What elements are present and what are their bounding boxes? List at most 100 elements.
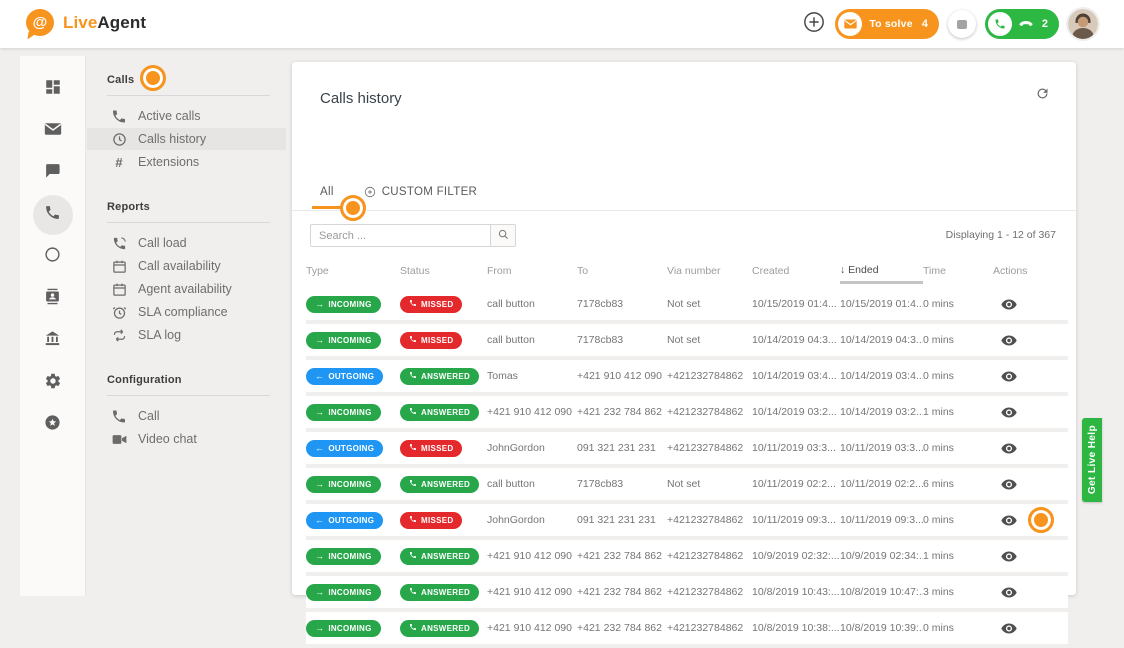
type-cell: →INCOMING	[306, 584, 400, 601]
status-cell: ANSWERED	[400, 584, 487, 601]
table-row[interactable]: ←OUTGOINGMISSEDJohnGordon091 321 231 231…	[306, 504, 1068, 540]
view-call-detail-button[interactable]	[1001, 335, 1017, 346]
view-call-detail-button[interactable]	[1001, 371, 1017, 382]
tab-custom-filter[interactable]: CUSTOM FILTER	[364, 186, 477, 198]
table-row[interactable]: →INCOMINGANSWERED+421 910 412 090+421 23…	[306, 396, 1068, 432]
table-row[interactable]: →INCOMING ANSWERED+421 910 412 090+421 23…	[306, 576, 1068, 612]
time-cell: 1 mins	[923, 550, 993, 562]
status-cell: MISSED	[400, 332, 487, 349]
column-header-via-number[interactable]: Via number	[667, 265, 752, 279]
view-call-detail-button[interactable]	[1001, 443, 1017, 454]
alarm-icon	[111, 305, 127, 320]
icon-rail	[20, 56, 86, 596]
incoming-badge: →INCOMING	[306, 548, 381, 565]
rail-item-tickets[interactable]	[32, 110, 74, 152]
sidebar-item-label: SLA compliance	[138, 305, 228, 319]
sidebar-item-video-chat[interactable]: Video chat	[87, 428, 286, 450]
from-cell: JohnGordon	[487, 442, 577, 454]
rail-item-addons[interactable]	[32, 404, 74, 446]
sidebar-item-label: Active calls	[138, 109, 201, 123]
column-header-from[interactable]: From	[487, 265, 577, 279]
get-live-help-button[interactable]: Get Live Help	[1082, 418, 1102, 502]
table-row[interactable]: →INCOMINGANSWEREDcall button7178cb83Not …	[306, 468, 1068, 504]
column-header-actions[interactable]: Actions	[993, 265, 1068, 279]
sidebar-item-label: Agent availability	[138, 282, 232, 296]
sidebar-item-sla-log[interactable]: SLA log	[87, 324, 286, 346]
rail-item-settings[interactable]	[32, 362, 74, 404]
sidebar-item-call-availability[interactable]: Call availability	[87, 255, 286, 277]
type-cell: ←OUTGOING	[306, 440, 400, 457]
rail-item-chats[interactable]	[32, 152, 74, 194]
calls-history-card: Calls history All CUSTOM FILTER Displayi…	[292, 62, 1076, 595]
column-header-type[interactable]: Type	[306, 265, 400, 279]
badge-label: OUTGOING	[328, 372, 374, 381]
rail-item-academy[interactable]	[32, 320, 74, 362]
table-row[interactable]: →INCOMINGMISSEDcall button7178cb83Not se…	[306, 288, 1068, 324]
sidebar-item-agent-availability[interactable]: Agent availability	[87, 278, 286, 300]
plus-circle-icon	[364, 186, 376, 198]
column-header-created[interactable]: Created	[752, 265, 840, 279]
column-header-time[interactable]: Time	[923, 265, 993, 279]
view-call-detail-button[interactable]	[1001, 407, 1017, 418]
via-number-cell: Not set	[667, 334, 752, 346]
search-button[interactable]	[490, 224, 516, 247]
phone-icon	[988, 12, 1012, 36]
view-call-detail-button[interactable]	[1001, 587, 1017, 598]
phone-icon	[111, 108, 127, 125]
search-input[interactable]	[310, 224, 490, 247]
column-header-status[interactable]: Status	[400, 265, 487, 279]
rail-item-dashboard[interactable]	[32, 68, 74, 110]
liveagent-logo[interactable]: @ LiveAgent	[26, 9, 146, 36]
refresh-button[interactable]	[1035, 86, 1050, 106]
status-cell: MISSED	[400, 440, 487, 457]
view-call-detail-button[interactable]	[1001, 515, 1017, 526]
incoming-badge: →INCOMING	[306, 476, 381, 493]
sidebar-section-configuration: ConfigurationCallVideo chat	[87, 356, 286, 450]
tab-all[interactable]: All	[320, 186, 334, 198]
table-row[interactable]: ←OUTGOINGMISSEDJohnGordon091 321 231 231…	[306, 432, 1068, 468]
annotation-circle-row	[1028, 507, 1054, 533]
table-row[interactable]: →INCOMINGMISSEDcall button7178cb83Not se…	[306, 324, 1068, 360]
arrow-icon: ←	[315, 372, 324, 381]
table-row[interactable]: →INCOMINGANSWERED+421 910 412 090+421 23…	[306, 612, 1068, 648]
phone-badge-icon	[409, 407, 417, 417]
to-solve-button[interactable]: To solve 4	[835, 9, 939, 39]
user-avatar[interactable]	[1068, 9, 1098, 39]
sidebar-item-calls-history[interactable]: Calls history	[87, 128, 286, 150]
table-row[interactable]: →INCOMINGANSWERED+421 910 412 090+421 23…	[306, 540, 1068, 576]
badge-label: ANSWERED	[421, 552, 470, 561]
table-row[interactable]: ←OUTGOINGANSWEREDTomas+421 910 412 090+4…	[306, 360, 1068, 396]
column-header-ended[interactable]: ↓ Ended	[840, 260, 923, 284]
from-cell: call button	[487, 334, 577, 346]
sidebar-item-call-load[interactable]: Call load	[87, 232, 286, 254]
sidebar-item-call[interactable]: Call	[87, 405, 286, 427]
rail-item-calls[interactable]	[32, 194, 74, 236]
actions-cell	[993, 551, 1068, 562]
view-call-detail-button[interactable]	[1001, 551, 1017, 562]
view-call-detail-button[interactable]	[1001, 479, 1017, 490]
actions-cell	[993, 371, 1068, 382]
view-call-detail-button[interactable]	[1001, 623, 1017, 634]
time-cell: 6 mins	[923, 478, 993, 490]
bank-icon	[44, 330, 61, 352]
time-cell: 0 mins	[923, 334, 993, 346]
brand-agent: Agent	[97, 13, 146, 32]
status-pause-button[interactable]	[948, 10, 976, 38]
rail-item-social[interactable]	[32, 236, 74, 278]
answered-badge: ANSWERED	[400, 368, 479, 385]
search-icon	[498, 227, 509, 245]
chat-icon	[44, 162, 61, 184]
rail-item-contacts[interactable]	[32, 278, 74, 320]
column-header-to[interactable]: To	[577, 265, 667, 279]
sidebar-item-extensions[interactable]: #Extensions	[87, 151, 286, 173]
add-button[interactable]	[802, 12, 826, 36]
active-calls-indicator[interactable]: 2	[985, 9, 1059, 39]
sidebar-item-sla-compliance[interactable]: SLA compliance	[87, 301, 286, 323]
to-cell: +421 232 784 862	[577, 586, 667, 598]
view-call-detail-button[interactable]	[1001, 299, 1017, 310]
incoming-badge: →INCOMING	[306, 620, 381, 637]
status-cell: ANSWERED	[400, 548, 487, 565]
sidebar-item-active-calls[interactable]: Active calls	[87, 105, 286, 127]
incoming-badge: →INCOMING	[306, 584, 381, 601]
from-cell: +421 910 412 090	[487, 586, 577, 598]
